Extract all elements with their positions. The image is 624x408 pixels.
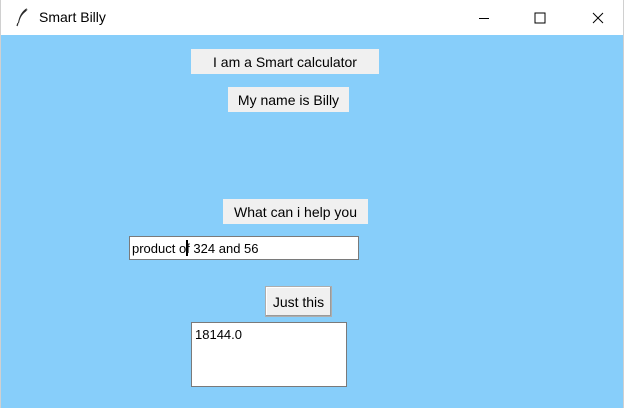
title-bar: Smart Billy: [1, 0, 623, 35]
close-button[interactable]: [575, 0, 621, 35]
close-icon: [592, 12, 604, 23]
result-textbox[interactable]: 18144.0: [191, 322, 347, 387]
minimize-icon: [479, 17, 489, 19]
prompt-label: What can i help you: [223, 199, 368, 224]
query-input[interactable]: [129, 236, 359, 260]
submit-button[interactable]: Just this: [265, 286, 332, 317]
app-window: Smart Billy I am a Smart calculator My n…: [0, 0, 624, 408]
window-title: Smart Billy: [39, 9, 106, 25]
main-panel: I am a Smart calculator My name is Billy…: [1, 35, 623, 408]
maximize-button[interactable]: [517, 0, 563, 35]
text-cursor: [186, 240, 188, 256]
intro-label: I am a Smart calculator: [191, 49, 379, 74]
name-label: My name is Billy: [228, 87, 349, 112]
feather-icon: [16, 7, 28, 27]
maximize-icon: [534, 12, 546, 23]
minimize-button[interactable]: [461, 0, 507, 35]
